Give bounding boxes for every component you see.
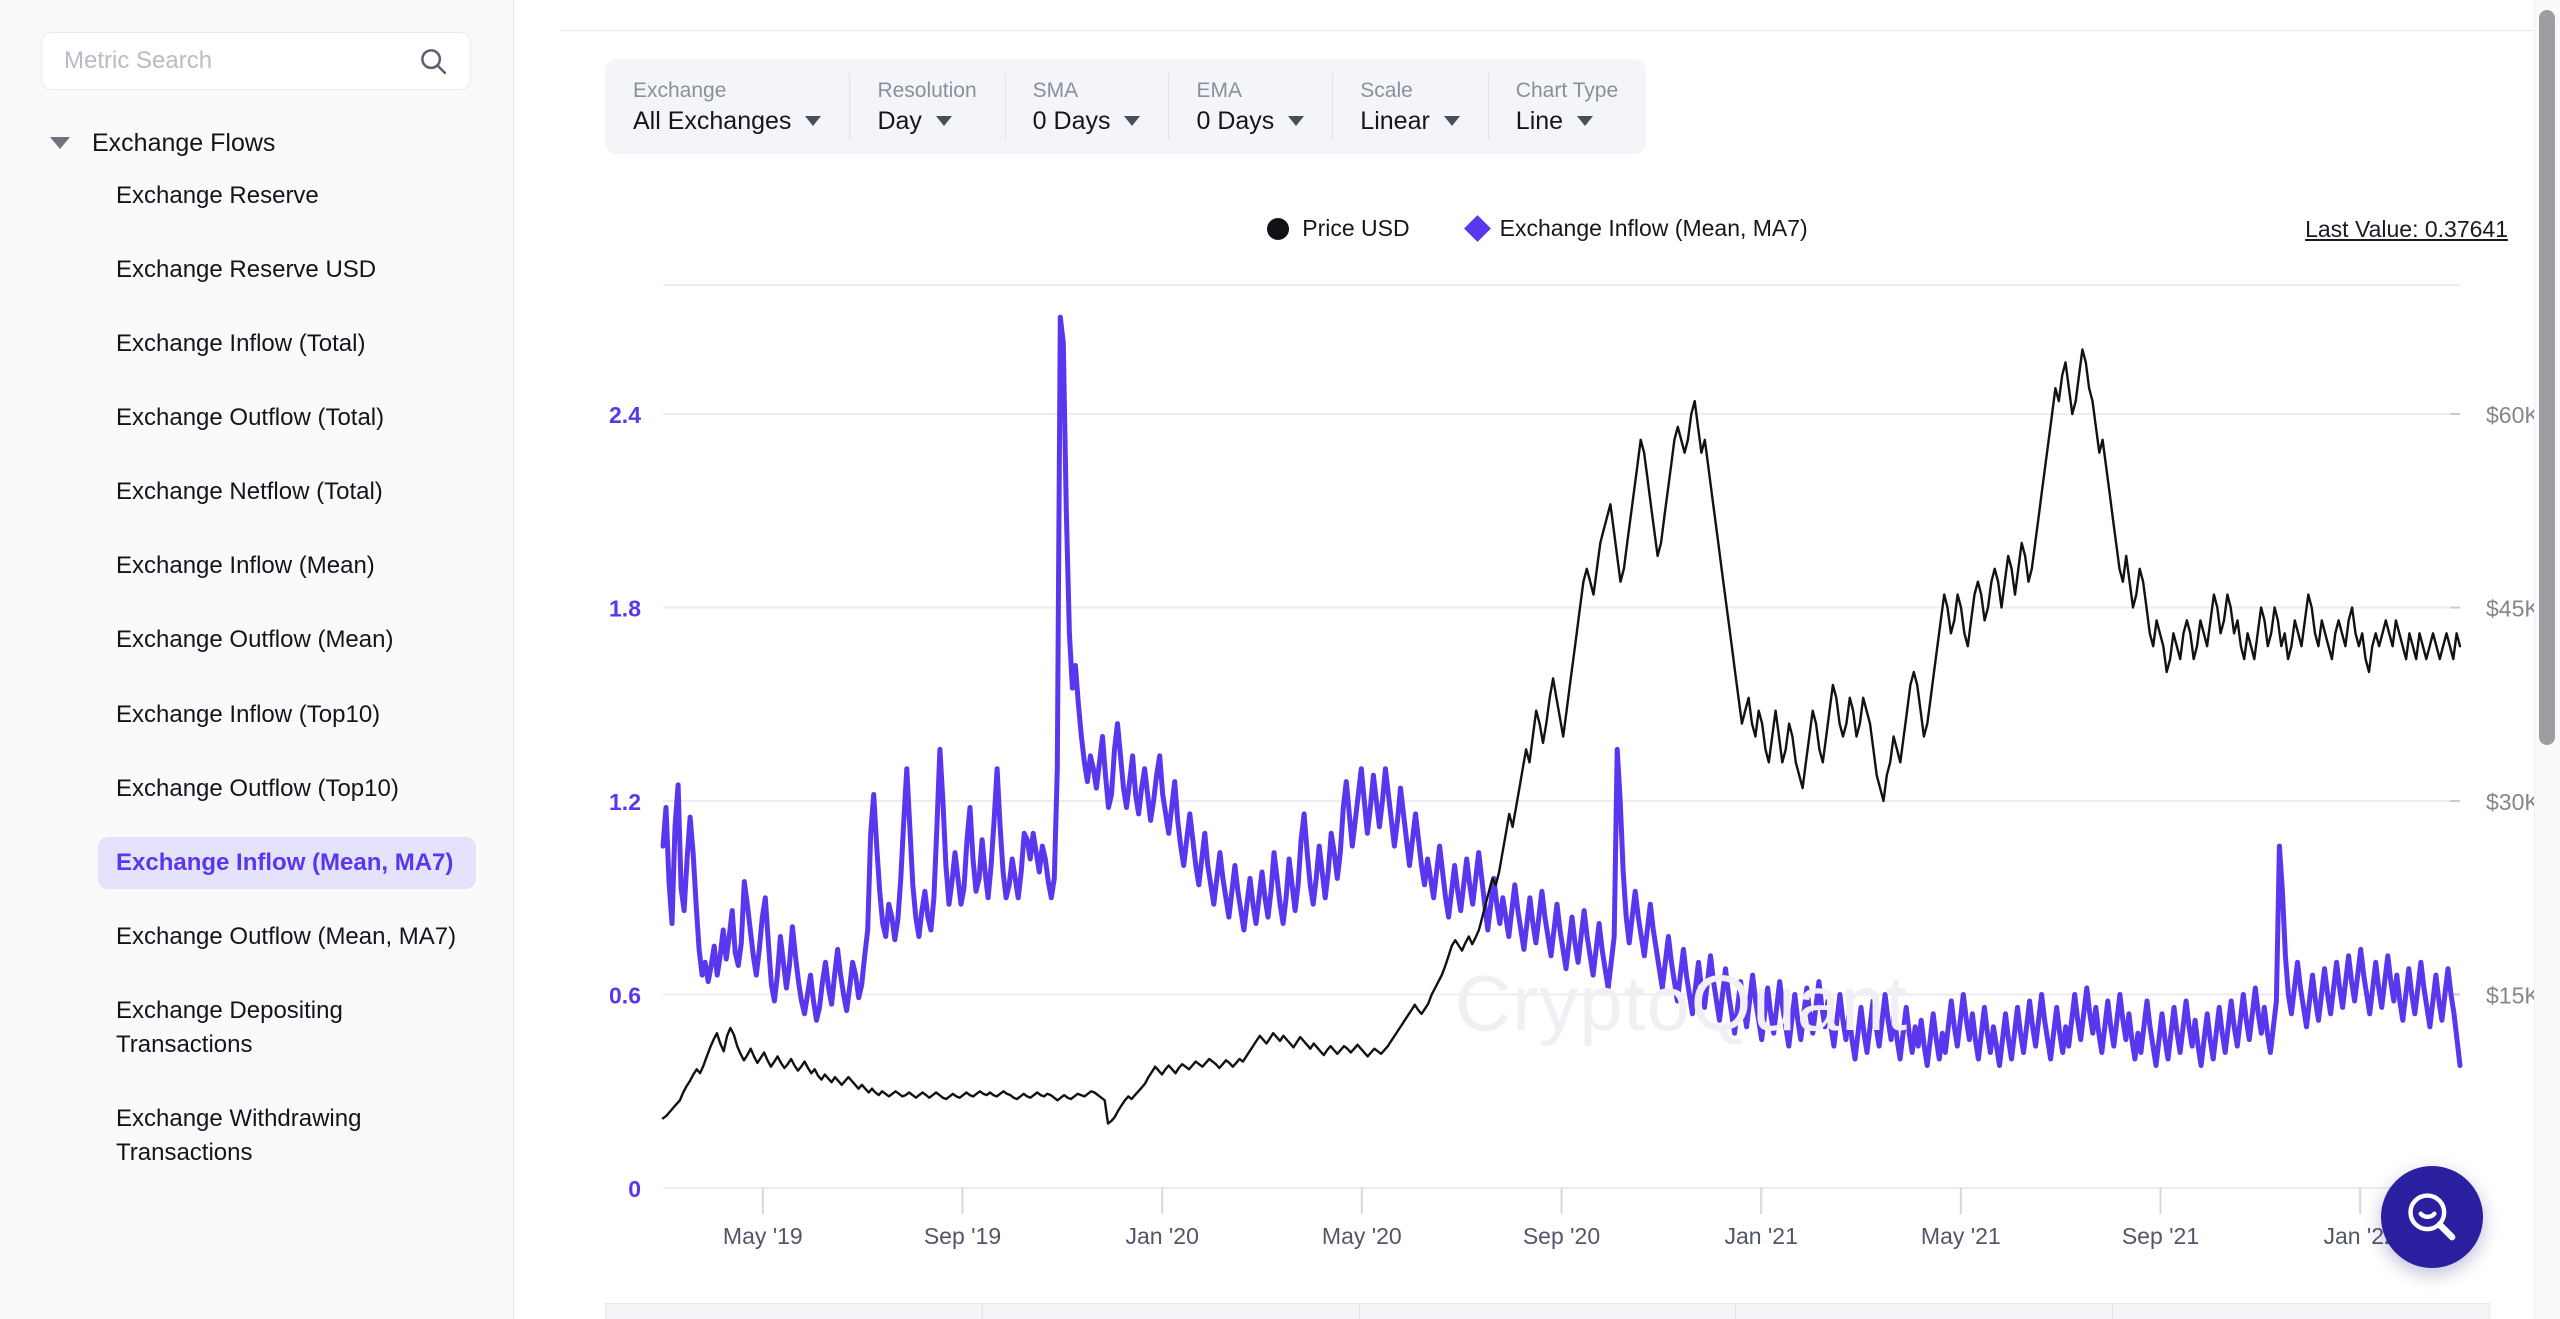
legend-item-exchange-inflow-label: Exchange Inflow (Mean, MA7): [1499, 215, 1808, 241]
chart-type-dropdown-label: Chart Type: [1515, 78, 1619, 102]
svg-text:May '19: May '19: [723, 1223, 803, 1249]
resolution-dropdown[interactable]: Resolution Day: [849, 59, 1004, 154]
chevron-down-icon: [1288, 116, 1305, 126]
legend-item-exchange-inflow[interactable]: Exchange Inflow (Mean, MA7): [1463, 215, 1808, 242]
chart-panel: Exchange All Exchanges Resolution Day SM…: [515, 0, 2560, 1319]
sidebar-item-exchange-depositing-transactions[interactable]: Exchange Depositing Transactions: [98, 985, 476, 1071]
sidebar-item-exchange-inflow-top10[interactable]: Exchange Inflow (Top10): [98, 689, 476, 741]
svg-text:May '21: May '21: [1921, 1223, 2001, 1249]
sidebar-group-label: Exchange Flows: [92, 128, 276, 157]
chevron-down-icon: [805, 116, 822, 126]
search-icon: [418, 46, 448, 76]
svg-text:$45K: $45K: [2486, 596, 2540, 622]
sidebar-item-exchange-reserve-usd[interactable]: Exchange Reserve USD: [98, 244, 476, 296]
svg-text:1.2: 1.2: [609, 789, 641, 815]
scale-dropdown-value: Linear: [1360, 106, 1460, 135]
ema-dropdown-value-text: 0 Days: [1196, 106, 1275, 135]
svg-text:2.4: 2.4: [609, 402, 641, 428]
exchange-dropdown[interactable]: Exchange All Exchanges: [605, 59, 849, 154]
legend-item-price-usd-label: Price USD: [1302, 215, 1410, 241]
sidebar-group-exchange-flows[interactable]: Exchange Flows: [0, 116, 512, 170]
ema-dropdown-value: 0 Days: [1196, 106, 1305, 135]
sidebar-item-exchange-reserve[interactable]: Exchange Reserve: [98, 170, 476, 222]
svg-text:$30K: $30K: [2486, 789, 2540, 815]
chart-toolbar: Exchange All Exchanges Resolution Day SM…: [605, 59, 1647, 154]
sidebar-item-exchange-outflow-total[interactable]: Exchange Outflow (Total): [98, 392, 476, 444]
search-fab-button[interactable]: [2381, 1166, 2483, 1268]
sidebar-item-exchange-outflow-top10[interactable]: Exchange Outflow (Top10): [98, 763, 476, 815]
metric-search-box[interactable]: [41, 32, 471, 90]
sidebar-item-exchange-outflow-mean-ma7[interactable]: Exchange Outflow (Mean, MA7): [98, 911, 476, 963]
chevron-down-icon: [935, 116, 952, 126]
sidebar-item-exchange-outflow-mean[interactable]: Exchange Outflow (Mean): [98, 614, 476, 666]
last-value-link[interactable]: Last Value: 0.37641: [2305, 216, 2508, 243]
cryptoquant-chart-page: Exchange Flows Exchange Reserve Exchange…: [0, 0, 2560, 1319]
scale-dropdown[interactable]: Scale Linear: [1332, 59, 1488, 154]
sma-dropdown-value-text: 0 Days: [1032, 106, 1111, 135]
top-divider: [560, 30, 2560, 31]
svg-text:$15K: $15K: [2486, 983, 2540, 1009]
search-input[interactable]: [64, 47, 418, 75]
resolution-dropdown-value: Day: [877, 106, 976, 135]
table-col: [1360, 1304, 1737, 1319]
exchange-dropdown-value: All Exchanges: [633, 106, 822, 135]
svg-text:0.6: 0.6: [609, 983, 641, 1009]
ema-dropdown-label: EMA: [1196, 78, 1242, 102]
svg-text:1.8: 1.8: [609, 596, 641, 622]
svg-text:$60K: $60K: [2486, 402, 2540, 428]
svg-text:May '20: May '20: [1322, 1223, 1402, 1249]
sma-dropdown[interactable]: SMA 0 Days: [1004, 59, 1169, 154]
svg-text:Jan '20: Jan '20: [1125, 1223, 1198, 1249]
chevron-down-icon: [1443, 116, 1460, 126]
resolution-dropdown-value-text: Day: [877, 106, 922, 135]
exchange-dropdown-value-text: All Exchanges: [633, 106, 792, 135]
page-scrollbar-track[interactable]: [2534, 0, 2560, 1319]
diamond-marker-icon: [1463, 215, 1491, 242]
data-table-header: [605, 1303, 2490, 1319]
chart-type-dropdown-value: Line: [1515, 106, 1618, 135]
scale-dropdown-value-text: Linear: [1360, 106, 1430, 135]
chart-type-dropdown[interactable]: Chart Type Line: [1487, 59, 1646, 154]
scale-dropdown-label: Scale: [1360, 78, 1413, 102]
chart-type-dropdown-value-text: Line: [1515, 106, 1564, 135]
ema-dropdown[interactable]: EMA 0 Days: [1168, 59, 1332, 154]
svg-text:Jan '21: Jan '21: [1724, 1223, 1797, 1249]
exchange-dropdown-label: Exchange: [633, 78, 727, 102]
circle-marker-icon: [1267, 217, 1290, 240]
svg-text:Sep '19: Sep '19: [924, 1223, 1001, 1249]
sidebar-item-exchange-withdrawing-transactions[interactable]: Exchange Withdrawing Transactions: [98, 1093, 476, 1179]
chart-legend: Price USD Exchange Inflow (Mean, MA7) La…: [515, 215, 2560, 255]
svg-text:Sep '20: Sep '20: [1523, 1223, 1600, 1249]
chevron-down-icon: [1124, 116, 1141, 126]
page-scrollbar-thumb[interactable]: [2539, 10, 2555, 745]
sidebar-item-exchange-netflow-total[interactable]: Exchange Netflow (Total): [98, 466, 476, 518]
sidebar-item-exchange-inflow-mean-ma7[interactable]: Exchange Inflow (Mean, MA7): [98, 836, 476, 889]
sidebar-item-exchange-inflow-mean[interactable]: Exchange Inflow (Mean): [98, 540, 476, 592]
table-col: [606, 1304, 983, 1319]
caret-down-icon: [50, 137, 70, 149]
svg-text:Sep '21: Sep '21: [2122, 1223, 2199, 1249]
chevron-down-icon: [1577, 116, 1594, 126]
table-col: [2113, 1304, 2489, 1319]
sidebar-item-exchange-inflow-total[interactable]: Exchange Inflow (Total): [98, 318, 476, 370]
sma-dropdown-value: 0 Days: [1032, 106, 1141, 135]
legend-item-price-usd[interactable]: Price USD: [1267, 215, 1410, 242]
sma-dropdown-label: SMA: [1032, 78, 1079, 102]
svg-text:0: 0: [628, 1176, 641, 1202]
metrics-sidebar: Exchange Flows Exchange Reserve Exchange…: [0, 0, 514, 1319]
resolution-dropdown-label: Resolution: [877, 78, 977, 102]
chart-svg: 0 0.6 1.2 1.8 2.4 $15K $30K $45K $60K May '19 Sep …: [609, 284, 2540, 1249]
table-col: [1736, 1304, 2114, 1319]
table-col: [983, 1304, 1360, 1319]
metric-tree: Exchange Flows Exchange Reserve Exchange…: [0, 116, 512, 1179]
chart-canvas[interactable]: CryptoQuant 0 0.6 1.2 1.8 2.4 $15K $30K $45K $60…: [515, 258, 2560, 1288]
